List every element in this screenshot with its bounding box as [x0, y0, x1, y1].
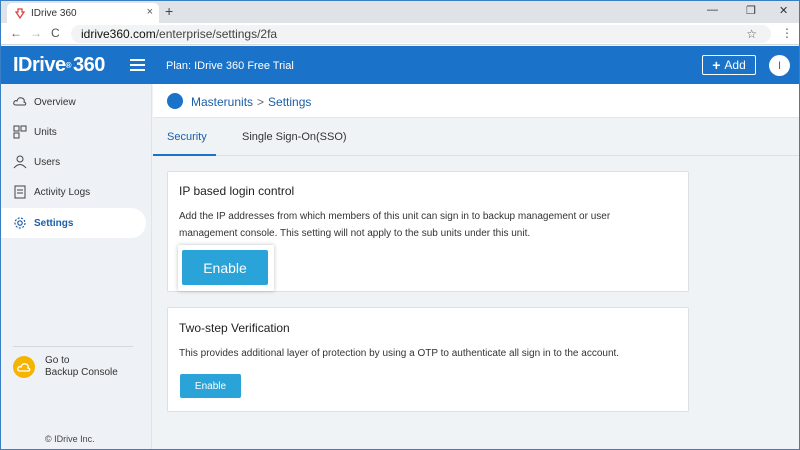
bookmark-star-icon[interactable]: ☆ [746, 25, 757, 43]
user-icon [13, 155, 27, 169]
sidebar-item-overview[interactable]: Overview [1, 87, 146, 117]
backup-line-2: Backup Console [45, 367, 118, 378]
idrive-logo[interactable]: IDrive ® 360 [13, 54, 105, 77]
url-input[interactable]: idrive360.com/enterprise/settings/2fa ☆ [71, 25, 771, 43]
breadcrumb-text: Masterunits > Settings [191, 95, 311, 109]
restore-button[interactable]: ❐ [746, 4, 756, 17]
sidebar-item-activity-logs[interactable]: Activity Logs [1, 177, 146, 207]
user-avatar[interactable]: I [769, 55, 790, 76]
log-icon [14, 185, 26, 199]
units-icon [13, 125, 27, 139]
hamburger-menu-icon[interactable] [130, 59, 145, 71]
sidebar-item-label: Users [34, 156, 61, 168]
masterunit-icon [167, 93, 183, 109]
sidebar-item-label: Units [34, 126, 57, 138]
sidebar: Overview Units Users Activity Logs Setti… [1, 84, 152, 449]
ip-enable-button[interactable]: Enable [182, 250, 268, 285]
sidebar-item-units[interactable]: Units [1, 117, 146, 147]
sidebar-divider [13, 346, 133, 347]
sidebar-item-settings[interactable]: Settings [1, 208, 146, 238]
tab-security[interactable]: Security [167, 131, 207, 143]
plus-icon: + [712, 57, 721, 73]
sidebar-item-label: Activity Logs [34, 186, 91, 198]
copyright: © IDrive Inc. [45, 434, 95, 444]
breadcrumb-current: Settings [268, 95, 312, 109]
ip-login-control-card: IP based login control Add the IP addres… [167, 171, 689, 292]
breadcrumb-root[interactable]: Masterunits [191, 95, 253, 109]
active-tab-indicator [153, 154, 216, 156]
logo-suffix: 360 [73, 54, 105, 76]
browser-menu-icon[interactable]: ⋮ [781, 26, 793, 40]
sidebar-item-label: Settings [34, 217, 74, 229]
browser-tab-title: IDrive 360 [31, 7, 77, 19]
breadcrumb-separator: > [257, 95, 265, 109]
backup-line-1: Go to [45, 355, 70, 366]
browser-tab[interactable]: IDrive 360 × [7, 3, 159, 23]
breadcrumb: Masterunits > Settings [153, 84, 799, 118]
two-step-card: Two-step Verification This provides addi… [167, 307, 689, 412]
go-to-backup-console-link[interactable]: Go to Backup Console [13, 355, 118, 379]
two-step-enable-button[interactable]: Enable [180, 374, 241, 398]
browser-window: IDrive 360 × + — ❐ ✕ ← → C idrive360.com… [0, 0, 800, 450]
logo-registered: ® [65, 61, 72, 70]
idrive-favicon-icon [15, 7, 25, 19]
sidebar-item-label: Overview [34, 96, 76, 108]
url-host: idrive360.com [81, 27, 156, 41]
main-content: Masterunits > Settings Security Single Sig… [153, 84, 799, 449]
logo-text: IDrive [13, 54, 66, 76]
app-header: IDrive ® 360 Plan: IDrive 360 Free Trial +… [1, 46, 799, 84]
gear-icon [14, 217, 26, 229]
plan-label: Plan: IDrive 360 Free Trial [166, 60, 294, 72]
address-bar-row: ← → C idrive360.com/enterprise/settings/… [1, 23, 799, 45]
minimize-button[interactable]: — [707, 4, 718, 16]
backup-cloud-icon [13, 356, 35, 378]
sidebar-item-users[interactable]: Users [1, 147, 146, 177]
tab-sso[interactable]: Single Sign-On(SSO) [242, 131, 347, 143]
add-button-label: Add [724, 58, 746, 72]
ip-card-description: Add the IP addresses from which members … [179, 211, 611, 239]
two-step-card-title: Two-step Verification [179, 321, 290, 335]
ip-card-title: IP based login control [179, 184, 295, 198]
forward-button[interactable]: → [30, 26, 42, 40]
settings-tabs: Security Single Sign-On(SSO) [153, 118, 799, 156]
new-tab-button[interactable]: + [165, 3, 173, 19]
cloud-icon [13, 97, 27, 106]
window-close-button[interactable]: ✕ [779, 4, 788, 17]
ip-enable-highlight: Enable [178, 245, 274, 291]
back-button[interactable]: ← [10, 26, 22, 40]
add-button[interactable]: + Add [702, 55, 756, 75]
two-step-card-description: This provides additional layer of protec… [179, 348, 620, 359]
url-path: /enterprise/settings/2fa [155, 27, 278, 41]
browser-tab-bar: IDrive 360 × + — ❐ ✕ [1, 1, 799, 23]
reload-button[interactable]: C [51, 26, 60, 40]
tab-close-icon[interactable]: × [147, 6, 153, 18]
